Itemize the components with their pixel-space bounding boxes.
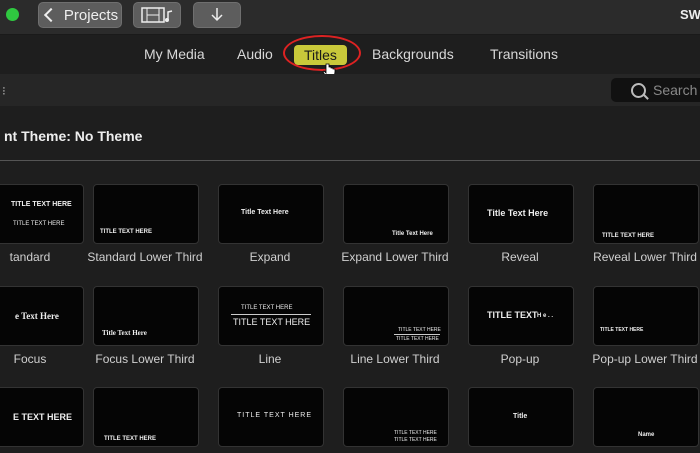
thumb-text: TITLE TEXT HERE xyxy=(100,229,153,235)
title-thumbnail: Title Text Here xyxy=(93,286,199,346)
line-rule xyxy=(394,334,440,335)
title-tile-expand-lower-third[interactable]: Title Text Here Expand Lower Third xyxy=(333,184,457,264)
thumb-text: E TEXT HERE xyxy=(13,412,73,422)
title-thumbnail: TITLE TEXT HERE xyxy=(93,184,199,244)
title-thumbnail: TITLE TEXT HERE TITLE TEXT HERE xyxy=(343,286,449,346)
title-tile[interactable]: Title xyxy=(458,387,582,453)
title-thumbnail: E TEXT HERE xyxy=(0,387,84,447)
thumb-text: TITLE TEXT HERE xyxy=(396,336,439,342)
thumb-text: TITLE TEXT HERE xyxy=(11,201,72,208)
tile-label: Pop-up xyxy=(500,352,540,366)
title-tile-focus-lower-third[interactable]: Title Text Here Focus Lower Third xyxy=(83,286,207,366)
thumb-text: TITLE TEXT HERE xyxy=(394,437,437,443)
title-thumbnail: e Text Here xyxy=(0,286,84,346)
thumb-text: TITLE TEXT HERE xyxy=(233,317,311,327)
title-thumbnail: TITLE TEXT HERE xyxy=(593,286,699,346)
title-tile-pop-up[interactable]: TITLE TEXT H e . . Pop-up xyxy=(458,286,582,366)
title-tile-line-lower-third[interactable]: TITLE TEXT HERE TITLE TEXT HERE Line Low… xyxy=(333,286,457,366)
thumb-text: TITLE TEXT HERE xyxy=(13,221,65,227)
title-tile[interactable]: E TEXT HERE xyxy=(0,387,92,453)
title-tile-standard[interactable]: TITLE TEXT HERE TITLE TEXT HERE tandard xyxy=(0,184,92,264)
title-thumbnail: Title Text Here xyxy=(343,184,449,244)
thumb-text: Title xyxy=(513,413,528,420)
title-thumbnail: TITLE TEXT HERE TITLE TEXT HERE xyxy=(218,286,324,346)
title-tile-pop-up-lower-third[interactable]: TITLE TEXT HERE Pop-up Lower Third xyxy=(583,286,700,366)
line-rule xyxy=(231,314,311,315)
tile-label: Expand Lower Third xyxy=(341,250,449,264)
title-thumbnail: Title Text Here xyxy=(218,184,324,244)
title-thumbnail: TITLE TEXT HERE TITLE TEXT HERE xyxy=(0,184,84,244)
thumb-text: TITLE TEXT HERE xyxy=(398,327,441,333)
thumb-text: TITLE TEXT HERE xyxy=(104,436,157,442)
title-tile-reveal-lower-third[interactable]: TITLE TEXT HERE Reveal Lower Third xyxy=(583,184,700,264)
tile-label: Line xyxy=(258,352,282,366)
title-thumbnail: TITLE TEXT HERE TITLE TEXT HERE xyxy=(343,387,449,447)
thumb-text: Title Text Here xyxy=(102,329,147,337)
thumb-text: TITLE TEXT HERE xyxy=(241,305,293,311)
title-tile-expand[interactable]: Title Text Here Expand xyxy=(208,184,332,264)
title-tile-standard-lower-third[interactable]: TITLE TEXT HERE Standard Lower Third xyxy=(83,184,207,264)
tile-label: Standard Lower Third xyxy=(87,250,203,264)
tile-label: Focus xyxy=(13,352,47,366)
thumb-text-fragment: H e . . xyxy=(537,313,554,319)
thumb-text: TITLE TEXT HERE xyxy=(394,430,437,436)
title-tile-line[interactable]: TITLE TEXT HERE TITLE TEXT HERE Line xyxy=(208,286,332,366)
tile-label: Reveal xyxy=(501,250,539,264)
tile-label: Expand xyxy=(249,250,291,264)
title-thumbnail: TITLE TEXT HERE xyxy=(593,184,699,244)
title-tile[interactable]: TITLE TEXT HERE xyxy=(208,387,332,453)
title-thumbnail: Name xyxy=(593,387,699,447)
title-tile[interactable]: Name xyxy=(583,387,700,453)
tile-label: Focus Lower Third xyxy=(95,352,195,366)
title-tile[interactable]: TITLE TEXT HERE xyxy=(83,387,207,453)
title-tile[interactable]: TITLE TEXT HERE TITLE TEXT HERE xyxy=(333,387,457,453)
tile-label: tandard xyxy=(9,250,51,264)
title-thumbnail: Title Text Here xyxy=(468,184,574,244)
thumb-text: TITLE TEXT xyxy=(487,310,538,320)
titles-grid: TITLE TEXT HERE TITLE TEXT HERE tandard … xyxy=(0,0,700,451)
title-thumbnail: TITLE TEXT H e . . xyxy=(468,286,574,346)
tile-label: Reveal Lower Third xyxy=(593,250,697,264)
thumb-text: Title Text Here xyxy=(392,231,433,237)
thumb-text: TITLE TEXT HERE xyxy=(602,233,655,239)
thumb-text: Name xyxy=(638,432,655,438)
tile-label: Line Lower Third xyxy=(350,352,440,366)
thumb-text: e Text Here xyxy=(15,311,59,321)
title-tile-reveal[interactable]: Title Text Here Reveal xyxy=(458,184,582,264)
thumb-text: TITLE TEXT HERE xyxy=(237,412,313,419)
title-tile-focus[interactable]: e Text Here Focus xyxy=(0,286,92,366)
tile-label: Pop-up Lower Third xyxy=(592,352,698,366)
thumb-text: TITLE TEXT HERE xyxy=(600,327,644,333)
thumb-text: Title Text Here xyxy=(487,208,549,218)
title-thumbnail: TITLE TEXT HERE xyxy=(93,387,199,447)
title-thumbnail: TITLE TEXT HERE xyxy=(218,387,324,447)
thumb-text: Title Text Here xyxy=(241,209,289,216)
title-thumbnail: Title xyxy=(468,387,574,447)
